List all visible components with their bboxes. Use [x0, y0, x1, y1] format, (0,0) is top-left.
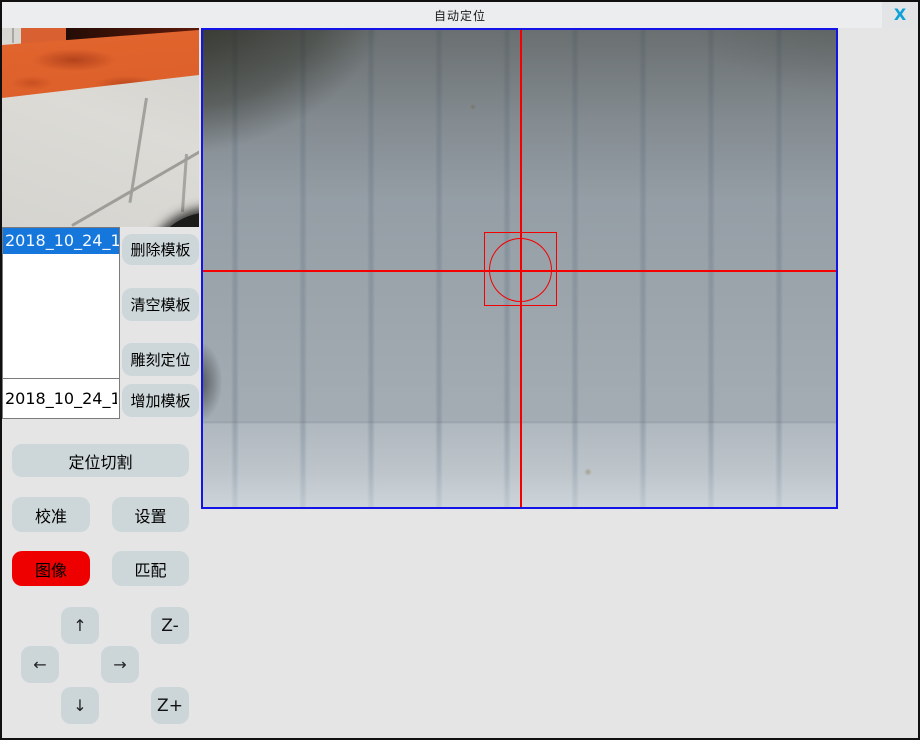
jog-z-minus-button[interactable]: Z-	[151, 607, 189, 644]
camera-live-view[interactable]	[201, 28, 838, 509]
image-button[interactable]: 图像	[12, 551, 90, 586]
titlebar: 自动定位	[2, 2, 918, 28]
jog-up-button[interactable]: ↑	[61, 607, 99, 644]
add-template-button[interactable]: 增加模板	[122, 384, 199, 417]
thumb-tile-grout-top	[12, 28, 14, 43]
arrow-left-icon: ←	[33, 655, 46, 674]
arrow-right-icon: →	[113, 655, 126, 674]
arrow-down-icon: ↓	[73, 696, 86, 715]
template-preview-image	[2, 28, 199, 227]
z-minus-label: Z-	[161, 616, 178, 636]
close-button[interactable]: X	[882, 2, 918, 28]
jog-left-button[interactable]: ←	[21, 646, 59, 683]
jog-down-button[interactable]: ↓	[61, 687, 99, 724]
template-list[interactable]: 2018_10_24_11	[2, 227, 120, 379]
jog-right-button[interactable]: →	[101, 646, 139, 683]
thumb-orange-beam	[2, 28, 199, 128]
auto-positioning-dialog: 自动定位 X 2018_10_24_11 删除模板 清空模板 雕刻定位 增加模板…	[0, 0, 920, 740]
arrow-up-icon: ↑	[73, 616, 86, 635]
position-cut-button[interactable]: 定位切割	[12, 444, 189, 477]
delete-template-button[interactable]: 删除模板	[122, 234, 199, 265]
clear-templates-button[interactable]: 清空模板	[122, 288, 199, 321]
match-button[interactable]: 匹配	[112, 551, 189, 586]
template-list-item-selected[interactable]: 2018_10_24_11	[3, 228, 119, 254]
calibrate-button[interactable]: 校准	[12, 497, 90, 532]
jog-z-plus-button[interactable]: Z+	[151, 687, 189, 724]
dialog-title: 自动定位	[434, 7, 486, 24]
template-name-input[interactable]	[2, 378, 120, 419]
thumb-dark-object	[150, 212, 199, 227]
z-plus-label: Z+	[157, 696, 183, 716]
close-icon: X	[894, 7, 906, 23]
settings-button[interactable]: 设置	[112, 497, 189, 532]
engrave-position-button[interactable]: 雕刻定位	[122, 343, 199, 376]
roi-circle-overlay	[489, 238, 552, 302]
